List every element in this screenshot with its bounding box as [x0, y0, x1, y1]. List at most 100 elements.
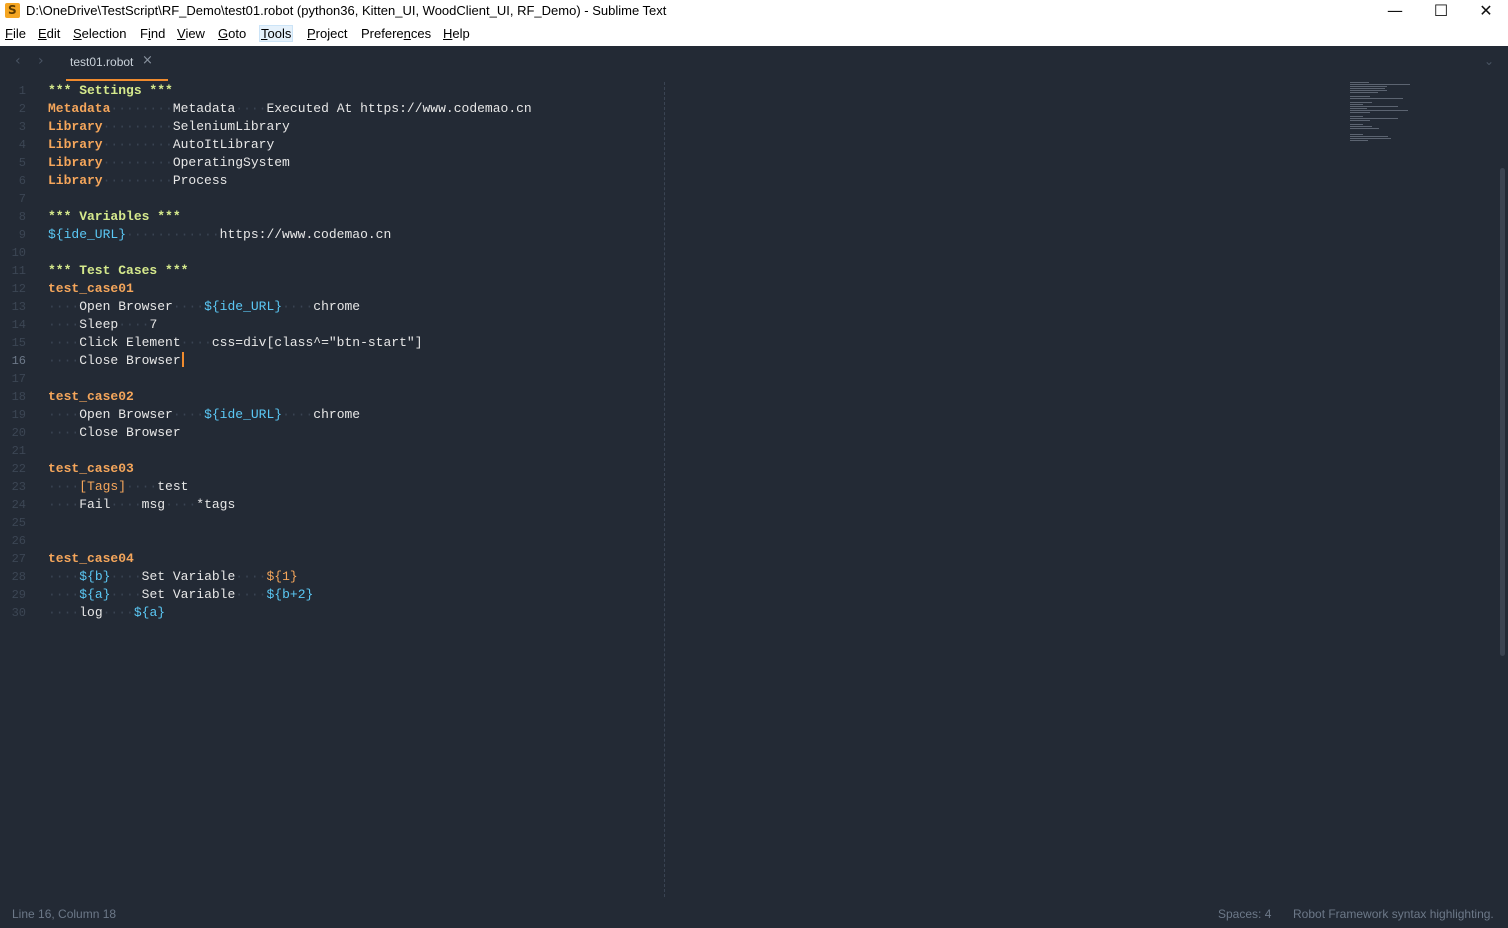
code-line[interactable]: 5 Library·········OperatingSystem	[0, 154, 660, 172]
tab-list-dropdown-icon[interactable]: ⌄	[1484, 54, 1494, 68]
back-arrow-icon[interactable]: ‹	[15, 53, 21, 69]
code-text: ····Sleep····7	[48, 316, 157, 334]
code-line[interactable]: 30 ····log····${a}	[0, 604, 660, 622]
code-line[interactable]: 23 ····[Tags]····test	[0, 478, 660, 496]
code-line[interactable]: 22 test_case03	[0, 460, 660, 478]
token-sep: ····	[235, 587, 267, 602]
line-number: 4	[18, 138, 26, 152]
code-line[interactable]: 19 ····Open Browser····${ide_URL}····chro…	[0, 406, 660, 424]
menu-project[interactable]: Project	[306, 26, 348, 41]
maximize-button[interactable]: ☐	[1418, 0, 1464, 23]
menu-file[interactable]: File	[4, 26, 27, 41]
minimap-line	[1350, 88, 1385, 89]
code-line[interactable]: 29 ····${a}····Set Variable····${b+2}	[0, 586, 660, 604]
code-text: *** Settings ***	[48, 82, 173, 100]
code-line[interactable]: 7	[0, 190, 660, 208]
code-line[interactable]: 21	[0, 442, 660, 460]
code-line[interactable]: 16 ····Close Browser	[0, 352, 660, 370]
code-line[interactable]: 9 ${ide_URL}············https://www.codem…	[0, 226, 660, 244]
token-sep: ····	[282, 299, 314, 314]
code-line[interactable]: 4 Library·········AutoItLibrary	[0, 136, 660, 154]
code-line[interactable]: 20 ····Close Browser	[0, 424, 660, 442]
code-line[interactable]: 13 ····Open Browser····${ide_URL}····chro…	[0, 298, 660, 316]
tab-test01-robot[interactable]: test01.robot ×	[58, 46, 168, 81]
minimap-line	[1350, 106, 1398, 107]
line-number: 19	[11, 408, 26, 422]
code-line[interactable]: 10	[0, 244, 660, 262]
token-kw: Library	[48, 119, 103, 134]
syntax-selector[interactable]: Robot Framework syntax highlighting.	[1293, 907, 1494, 921]
code-line[interactable]: 2 Metadata········Metadata····Executed At…	[0, 100, 660, 118]
minimap-line	[1350, 134, 1364, 135]
token-txt: https://www.codemao.cn	[219, 227, 392, 242]
code-editor[interactable]: 1 *** Settings *** 2 Metadata········Metada…	[0, 82, 1505, 897]
code-line[interactable]: 26	[0, 532, 660, 550]
code-line[interactable]: 25	[0, 514, 660, 532]
token-sep: ····	[172, 407, 205, 422]
minimap-line	[1350, 108, 1367, 109]
active-tab-indicator	[66, 79, 168, 81]
code-line[interactable]: 28 ····${b}····Set Variable····${1}	[0, 568, 660, 586]
tab-strip: ‹ › test01.robot × ⌄	[0, 46, 1508, 81]
menu-selection[interactable]: Selection	[72, 26, 127, 41]
menu-help[interactable]: Help	[442, 26, 471, 41]
tab-close-icon[interactable]: ×	[142, 53, 153, 68]
line-number: 8	[18, 210, 26, 224]
code-line[interactable]: 12 test_case01	[0, 280, 660, 298]
line-number: 12	[11, 282, 26, 296]
minimap-line	[1350, 126, 1372, 127]
token-var: ${a}	[79, 587, 111, 602]
code-line[interactable]: 18 test_case02	[0, 388, 660, 406]
close-button[interactable]: ✕	[1463, 0, 1508, 23]
menu-view[interactable]: View	[176, 26, 206, 41]
cursor-position[interactable]: Line 16, Column 18	[12, 907, 116, 921]
code-text: ····Close Browser	[48, 424, 181, 442]
token-txt: Sleep	[79, 317, 119, 332]
menu-goto[interactable]: Goto	[217, 26, 247, 41]
tab-label: test01.robot	[70, 55, 134, 69]
token-sep: ····	[48, 299, 80, 314]
menu-tools[interactable]: Tools	[258, 25, 294, 42]
menu-find[interactable]: Find	[139, 26, 166, 41]
code-line[interactable]: 14 ····Sleep····7	[0, 316, 660, 334]
code-line[interactable]: 11 *** Test Cases ***	[0, 262, 660, 280]
token-sep: ····	[110, 497, 142, 512]
token-sep: ····	[118, 317, 150, 332]
code-line[interactable]: 27 test_case04	[0, 550, 660, 568]
code-line[interactable]: 3 Library·········SeleniumLibrary	[0, 118, 660, 136]
minimap[interactable]	[1350, 82, 1430, 152]
code-text: ····Fail····msg····*tags	[48, 496, 235, 514]
token-txt: Fail	[79, 497, 111, 512]
menu-preferences[interactable]: Preferences	[360, 26, 432, 41]
line-number: 17	[11, 372, 26, 386]
code-line[interactable]: 1 *** Settings ***	[0, 82, 660, 100]
token-kw: Library	[48, 173, 103, 188]
code-line[interactable]: 15 ····Click Element····css=div[class^="b…	[0, 334, 660, 352]
token-hdr: *** Test Cases ***	[48, 263, 189, 278]
token-sep: ····	[172, 299, 205, 314]
minimize-button[interactable]: —	[1372, 0, 1418, 23]
code-line[interactable]: 24 ····Fail····msg····*tags	[0, 496, 660, 514]
indentation-setting[interactable]: Spaces: 4	[1218, 907, 1271, 921]
code-line[interactable]: 8 *** Variables ***	[0, 208, 660, 226]
line-number: 1	[18, 84, 26, 98]
menu-edit[interactable]: Edit	[37, 26, 61, 41]
line-number: 3	[18, 120, 26, 134]
code-text: *** Variables ***	[48, 208, 181, 226]
code-text: ····Close Browser	[48, 352, 184, 370]
token-txt: chrome	[313, 299, 361, 314]
vertical-scrollbar[interactable]	[1500, 168, 1505, 656]
token-sep: ····	[126, 479, 158, 494]
token-txt: AutoItLibrary	[172, 137, 275, 152]
token-kw: Library	[48, 155, 103, 170]
line-number: 10	[11, 246, 26, 260]
forward-arrow-icon[interactable]: ›	[38, 53, 44, 69]
token-var: ${b+2}	[266, 587, 314, 602]
code-text: ····Open Browser····${ide_URL}····chrome	[48, 298, 360, 316]
code-text: ····Click Element····css=div[class^="btn…	[48, 334, 423, 352]
token-var: ${ide_URL}	[204, 299, 283, 314]
code-line[interactable]: 17	[0, 370, 660, 388]
code-line[interactable]: 6 Library·········Process	[0, 172, 660, 190]
token-num: [Tags]	[79, 479, 127, 494]
minimap-line	[1350, 116, 1364, 117]
